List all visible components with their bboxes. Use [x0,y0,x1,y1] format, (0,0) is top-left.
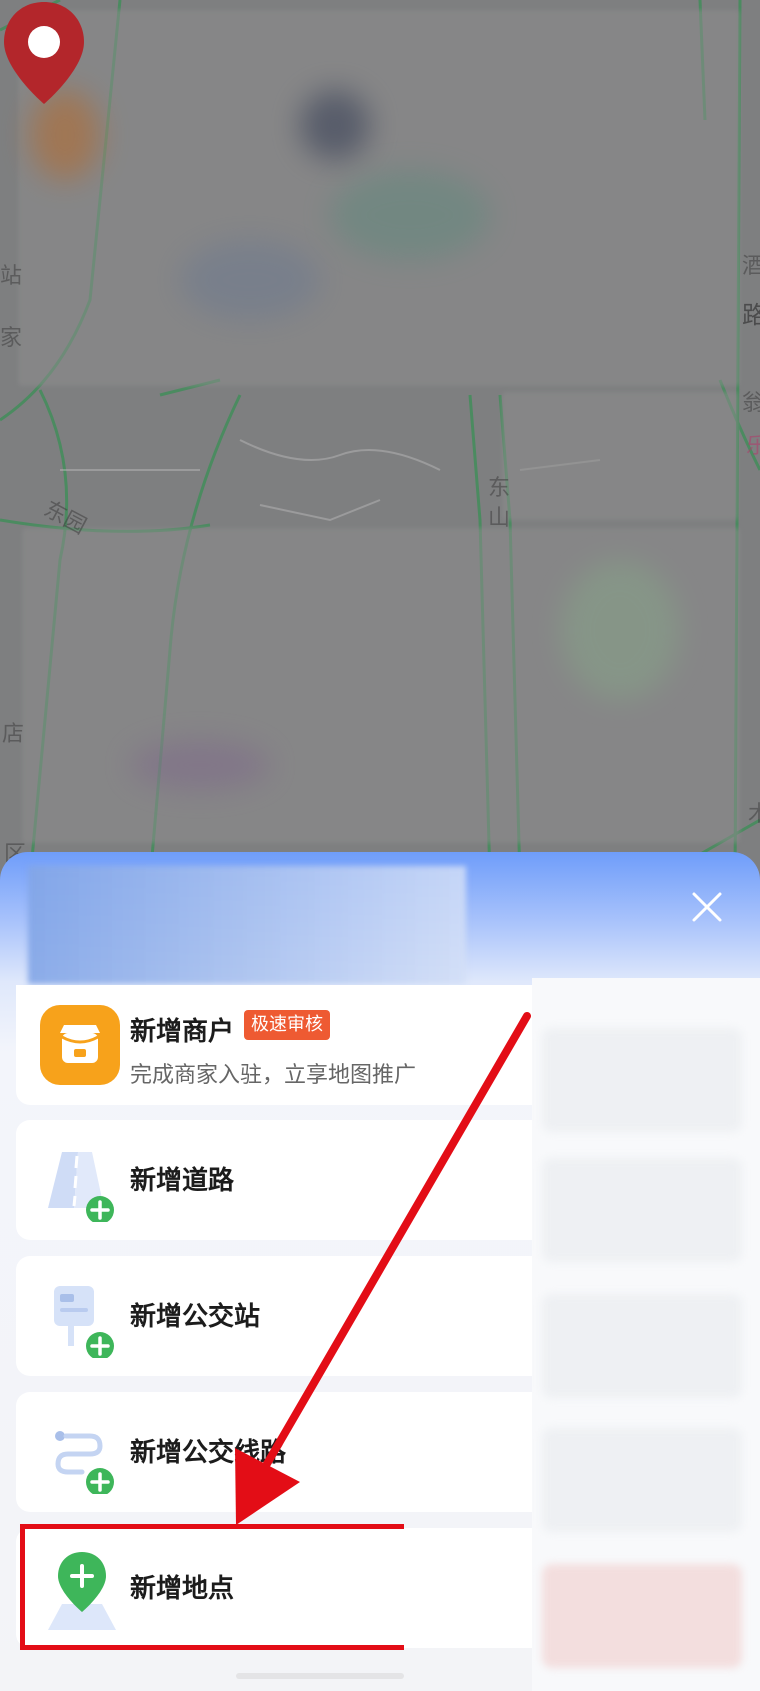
item-title: 新增公交线路 [130,1438,287,1468]
item-title: 新增商户 [130,1017,235,1047]
item-subtitle: 完成商家入驻，立享地图推广 [130,1063,417,1088]
map-label: 东 [488,476,511,501]
item-title: 新增道路 [130,1166,235,1196]
highlight-box [20,1524,404,1650]
map-label: 站 [0,264,23,289]
fast-review-badge: 极速审核 [244,1010,330,1040]
sheet-right-blur [542,1158,742,1262]
road-add-icon [48,1152,114,1222]
map-label: 酒 [742,254,760,279]
map-poi-blur [560,560,680,700]
map-label: 翁 [742,391,760,416]
map-poi-blur [300,90,370,160]
item-title: 新增公交站 [130,1302,261,1332]
map-poi-blur [130,740,270,790]
map-poi-blur [330,170,490,260]
bus-line-add-icon [55,1431,114,1494]
map-label: 木 [748,802,760,827]
sheet-right-blur [542,1294,742,1398]
home-indicator [236,1673,404,1679]
sheet-header-blur [28,866,466,984]
map-pin-icon[interactable] [0,0,88,106]
map-label: 店 [2,722,25,747]
map-view[interactable]: 东 山 路 区 店 家 站 东园 翁 乐 木 酒 [0,0,760,880]
close-icon[interactable] [690,890,724,924]
add-road-item[interactable]: 新增道路 [16,1120,532,1240]
sheet-right-blur [542,1428,742,1532]
map-poi-blur [180,240,320,320]
add-bus-line-item[interactable]: 新增公交线路 [16,1392,532,1512]
map-poi-blur [502,392,738,520]
map-label: 路 [742,301,760,329]
storefront-icon [40,1005,120,1085]
sheet-right-blur [542,1564,742,1668]
add-merchant-item[interactable]: 新增商户 极速审核 完成商家入驻，立享地图推广 [16,985,532,1105]
map-label: 家 [0,326,23,351]
add-bus-stop-item[interactable]: 新增公交站 [16,1256,532,1376]
map-label: 山 [488,506,511,531]
bus-stop-add-icon [54,1286,114,1358]
map-label: 乐 [746,434,760,459]
sheet-right-blur [542,1028,742,1132]
